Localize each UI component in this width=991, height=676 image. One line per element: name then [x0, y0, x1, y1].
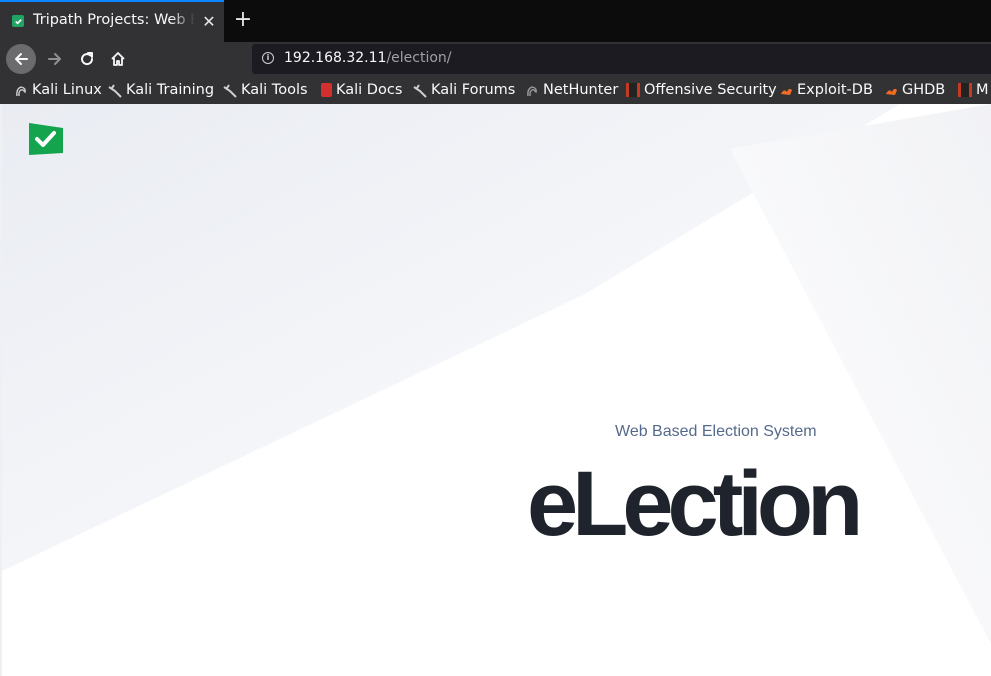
- navigation-toolbar: i 192.168.32.11/election/: [0, 42, 991, 76]
- bookmark-overflow-item[interactable]: M: [958, 81, 989, 99]
- arrow-right-icon: [48, 53, 61, 65]
- bookmark-offensive-security[interactable]: Offensive Security: [626, 81, 777, 99]
- bookmark-label: Offensive Security: [644, 82, 777, 98]
- url-text[interactable]: 192.168.32.11/election/: [284, 50, 452, 66]
- arrow-left-icon: [15, 53, 28, 65]
- new-tab-button[interactable]: +: [232, 8, 254, 32]
- kali-dragon-icon: [108, 83, 122, 98]
- back-button[interactable]: [6, 44, 36, 74]
- web-page: Web Based Election System eLection: [0, 104, 991, 676]
- bookmark-kali-forums[interactable]: Kali Forums: [413, 81, 515, 99]
- kali-dragon-icon: [14, 83, 28, 97]
- bookmark-kali-linux[interactable]: Kali Linux: [14, 81, 102, 99]
- forward-button[interactable]: [40, 44, 70, 74]
- reload-button[interactable]: [72, 44, 102, 74]
- bookmark-kali-training[interactable]: Kali Training: [108, 81, 214, 99]
- bookmark-label: NetHunter: [543, 82, 619, 98]
- site-subtitle: Web Based Election System: [615, 423, 817, 440]
- bookmark-kali-tools[interactable]: Kali Tools: [223, 81, 308, 99]
- close-tab-icon[interactable]: ✕: [200, 13, 218, 31]
- bookmark-label: Kali Docs: [336, 82, 403, 98]
- page-edge: [0, 104, 2, 676]
- bookmark-nethunter[interactable]: NetHunter: [525, 81, 618, 99]
- bookmark-label: Exploit-DB: [797, 82, 873, 98]
- tab-title: Tripath Projects: Web Based Election Sys…: [33, 12, 195, 28]
- election-logo-icon[interactable]: [28, 122, 64, 156]
- bookmark-kali-docs[interactable]: Kali Docs: [321, 81, 402, 99]
- bookmark-label: Kali Linux: [32, 82, 102, 98]
- bookmark-label: Kali Training: [126, 82, 215, 98]
- home-button[interactable]: [103, 44, 133, 74]
- bookmark-label: Kali Forums: [431, 82, 516, 98]
- bookmark-label: GHDB: [902, 82, 946, 98]
- site-brand-title: eLection: [527, 453, 863, 555]
- bookmark-label: Kali Tools: [241, 82, 308, 98]
- checkmark-favicon-icon: [12, 15, 24, 27]
- url-path: /election/: [386, 50, 452, 66]
- offsec-icon: [958, 83, 972, 97]
- url-host: 192.168.32.11: [284, 50, 387, 66]
- kali-docs-icon: [321, 83, 332, 97]
- address-bar[interactable]: i 192.168.32.11/election/: [252, 44, 991, 74]
- kali-dragon-icon: [223, 83, 237, 98]
- offsec-icon: [626, 83, 640, 97]
- browser-tab[interactable]: Tripath Projects: Web Based Election Sys…: [0, 0, 224, 42]
- nethunter-icon: [525, 83, 539, 97]
- bookmark-label: M: [976, 82, 989, 98]
- background-shapes: [0, 104, 991, 644]
- kali-dragon-icon: [413, 83, 427, 98]
- exploitdb-icon: [884, 83, 898, 97]
- bookmark-ghdb[interactable]: GHDB: [884, 81, 945, 99]
- home-icon: [111, 52, 125, 66]
- bookmark-exploit-db[interactable]: Exploit-DB: [779, 81, 873, 99]
- reload-icon: [81, 52, 94, 66]
- exploitdb-icon: [779, 83, 793, 97]
- tab-strip: Tripath Projects: Web Based Election Sys…: [0, 0, 991, 42]
- site-info-icon[interactable]: i: [262, 52, 274, 64]
- bookmarks-toolbar: Kali Linux Kali Training Kali Tools Kali…: [0, 76, 991, 104]
